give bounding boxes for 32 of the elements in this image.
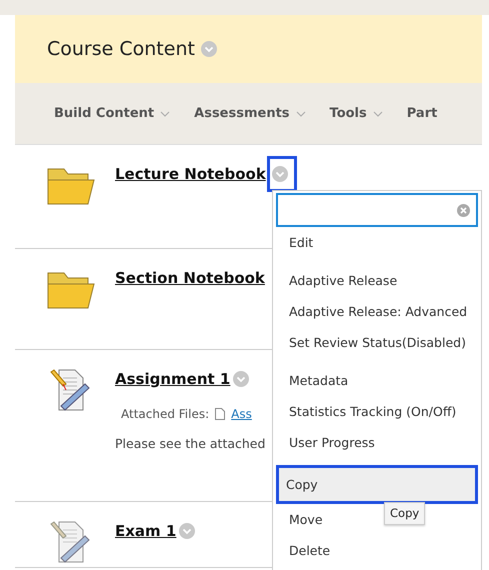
caret-icon [160, 110, 170, 116]
options-icon[interactable] [233, 371, 250, 388]
options-icon[interactable] [272, 166, 288, 182]
tooltip: Copy [384, 502, 426, 526]
attached-files-label: Attached Files: [121, 406, 210, 422]
toolbar-menu[interactable]: Assessments [194, 104, 306, 124]
clear-icon[interactable] [457, 204, 470, 216]
item-title-link[interactable]: Assignment 1 [115, 368, 230, 390]
item-title-link[interactable]: Lecture Notebook [115, 163, 266, 186]
menu-item[interactable]: User Progress [276, 427, 478, 458]
toolbar-menu[interactable]: Part [406, 104, 438, 124]
menu-item[interactable]: Delete [276, 535, 478, 566]
caret-icon [372, 110, 383, 116]
page-title: Course Content [47, 36, 195, 62]
item-description: Please see the attached [115, 434, 266, 452]
menu-item[interactable]: Copy [276, 465, 478, 504]
menu-item[interactable]: Adaptive Release: Advanced [276, 296, 478, 327]
toolbar-menu[interactable]: Tools [330, 104, 383, 124]
menu-search-field[interactable] [276, 193, 478, 227]
options-icon[interactable] [179, 523, 196, 540]
options-icon[interactable] [200, 41, 217, 57]
item-title-link[interactable]: Section Notebook [115, 267, 265, 290]
toolbar-menu[interactable]: Build Content [54, 104, 170, 124]
menu-item[interactable]: Metadata [276, 365, 478, 396]
file-icon [215, 408, 226, 420]
menu-item[interactable]: Statistics Tracking (On/Off) [276, 396, 478, 427]
menu-item[interactable]: Edit [276, 227, 478, 258]
menu-item[interactable]: Set Review Status(Disabled) [276, 327, 478, 358]
file-link[interactable]: Ass [231, 404, 252, 422]
caret-icon [296, 110, 306, 116]
item-title-link[interactable]: Exam 1 [115, 520, 176, 542]
menu-item[interactable]: Adaptive Release [276, 265, 478, 296]
